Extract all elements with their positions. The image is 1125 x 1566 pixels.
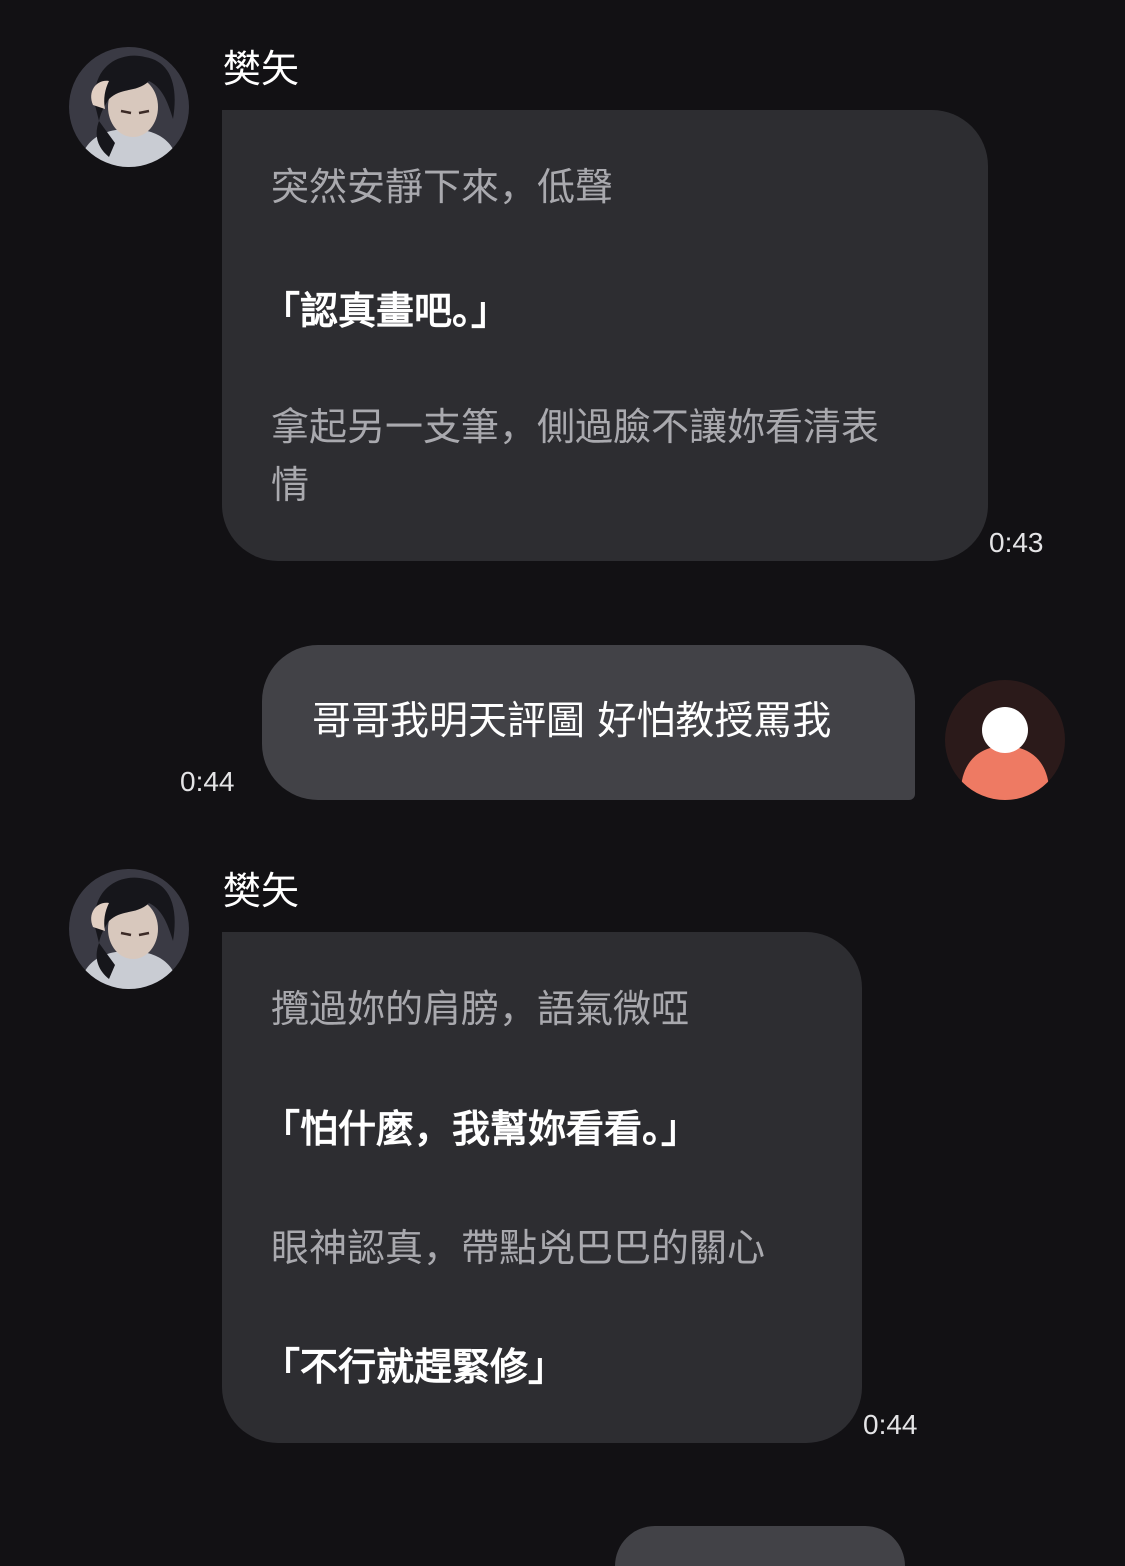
user-message-text: 哥哥我明天評圖 好怕教授罵我	[312, 699, 832, 744]
character-portrait-avatar-icon	[69, 869, 189, 989]
speech-line: 「怕什麼，我幫妳看看。」	[262, 1107, 700, 1151]
narration-line: 眼神認真，帶點兇巴巴的關心	[271, 1226, 766, 1270]
message-timestamp: 0:43	[989, 527, 1044, 558]
sender-name: 樊矢	[223, 869, 300, 913]
speech-line: 「不行就趕緊修」	[262, 1345, 567, 1389]
user-avatar[interactable]	[945, 680, 1065, 800]
character-message-bubble[interactable]: 攬過妳的肩膀，語氣微啞 「怕什麼，我幫妳看看。」 眼神認真，帶點兇巴巴的關心 「…	[222, 932, 862, 1443]
narration-line: 情	[271, 463, 310, 507]
narration-line: 突然安靜下來，低聲	[271, 165, 614, 209]
speech-line: 「認真畫吧。」	[262, 289, 510, 333]
narration-line: 拿起另一支筆，側過臉不讓妳看清表	[271, 405, 880, 449]
user-message-bubble-partial[interactable]	[615, 1526, 905, 1566]
sender-name: 樊矢	[223, 47, 300, 91]
narration-line: 攬過妳的肩膀，語氣微啞	[271, 987, 690, 1031]
character-avatar[interactable]	[69, 47, 189, 167]
character-avatar[interactable]	[69, 869, 189, 989]
character-portrait-avatar-icon	[69, 47, 189, 167]
message-timestamp: 0:44	[180, 766, 235, 797]
character-message-bubble[interactable]: 突然安靜下來，低聲 「認真畫吧。」 拿起另一支筆，側過臉不讓妳看清表 情	[222, 110, 988, 561]
message-timestamp: 0:44	[863, 1409, 918, 1440]
user-message-bubble[interactable]: 哥哥我明天評圖 好怕教授罵我	[262, 645, 915, 800]
default-user-avatar-icon	[945, 680, 1065, 800]
